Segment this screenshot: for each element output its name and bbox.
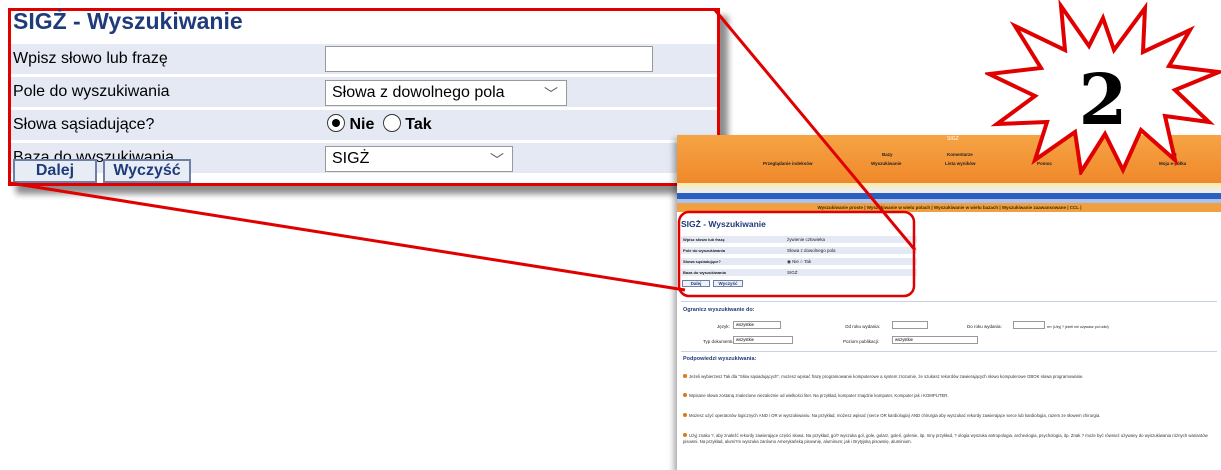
from-year-input[interactable] <box>892 321 928 329</box>
zoomed-search-form: SIGŻ - Wyszukiwanie Wpisz słowo lub fraz… <box>8 8 720 186</box>
thumb-row: Baza do wyszukiwania SIGŻ <box>681 269 917 276</box>
adjacent-row: Słowa sąsiadujące? Nie Tak <box>11 110 717 140</box>
thumb-row: Wpisz słowo lub frazę żywienie człowieka <box>681 236 917 243</box>
thumb-next-button[interactable]: Dalej <box>682 280 710 287</box>
next-button[interactable]: Dalej <box>13 159 97 183</box>
divider <box>681 301 1217 302</box>
chevron-down-icon: ﹀ <box>490 152 504 168</box>
hint-item: Możesz użyć operatorów logicznych AND i … <box>683 413 1213 419</box>
thumb-field-select[interactable]: Słowa z dowolnego pola <box>787 247 836 254</box>
thumb-row: Pole do wyszukiwania Słowa z dowolnego p… <box>681 247 917 254</box>
thumb-row: Słowa sąsiadujące? ◉ Nie ○ Tak <box>681 258 917 265</box>
hint-item: Wpisane słowa zostaną znalezione niezale… <box>683 393 1213 399</box>
to-year-input[interactable] <box>1013 321 1045 329</box>
hint-item: Jeżeli wybierzesz Tak dla "Słów sąsiaduj… <box>683 374 1213 380</box>
page-title: SIGŻ - Wyszukiwanie <box>13 8 243 34</box>
nav-item-indexes[interactable]: Przeglądanie indeksów <box>763 161 813 166</box>
lang-select[interactable]: wszystkie <box>733 321 781 329</box>
field-label: Pole do wyszukiwania <box>13 83 170 100</box>
to-year-label: Do roku wydania: <box>967 324 1002 329</box>
nav-item-comments[interactable]: Komentarze <box>947 152 973 157</box>
full-page-thumbnail: SIGŻ Przeglądanie indeksów Bazy Wyszukiw… <box>677 135 1221 470</box>
phrase-input[interactable] <box>325 46 653 72</box>
thumb-adjacent-radios[interactable]: ◉ Nie ○ Tak <box>787 258 811 265</box>
divider <box>681 351 1217 352</box>
radio-no-label: Nie <box>349 116 375 133</box>
thumb-row-label: Słowa sąsiadujące? <box>683 259 721 264</box>
radio-yes-label: Tak <box>405 116 432 133</box>
limit-title: Ogranicz wyszukiwanie do: <box>683 307 755 313</box>
nav-item-results[interactable]: Lista wyników <box>945 161 976 166</box>
from-year-label: Od roku wydania: <box>845 324 881 329</box>
radio-no[interactable] <box>327 114 345 132</box>
level-label: Poziom publikacji: <box>843 339 880 344</box>
callout-line-bottom <box>9 181 686 292</box>
doctype-label: Typ dokumentu: <box>703 339 736 344</box>
step-badge: 2 <box>985 0 1221 175</box>
hint-item: Użyj znaku ?, aby znaleźć rekordy zawier… <box>683 433 1213 445</box>
chevron-down-icon: ﹀ <box>544 86 558 102</box>
phrase-row: Wpisz słowo lub frazę <box>11 44 717 74</box>
hint-text: Użyj znaku ?, aby znaleźć rekordy zawier… <box>683 433 1208 444</box>
field-row: Pole do wyszukiwania Słowa z dowolnego p… <box>11 77 717 107</box>
db-select[interactable]: SIGŻ ﹀ <box>325 146 513 172</box>
bullet-icon <box>683 393 687 397</box>
year-hint: rrrr (Użyj ? jeżeli nie używasz pól odtd… <box>1047 325 1109 329</box>
clear-button[interactable]: Wyczyść <box>103 159 191 183</box>
search-mode-nav[interactable]: Wyszukiwanie proste | Wyszukiwanie w wie… <box>677 203 1221 212</box>
nav-item-databases[interactable]: Bazy <box>882 152 893 157</box>
nav-item-search[interactable]: Wyszukiwanie <box>871 161 901 166</box>
radio-yes[interactable] <box>382 114 401 132</box>
lang-label: Język: <box>717 324 730 329</box>
level-select[interactable]: wszystkie <box>892 336 978 344</box>
brand-label: SIGŻ <box>947 136 959 142</box>
field-select[interactable]: Słowa z dowolnego pola ﹀ <box>325 80 567 106</box>
header-gradient <box>677 183 1221 193</box>
db-select-value: SIGŻ <box>332 150 370 167</box>
bullet-icon <box>683 433 687 437</box>
phrase-label: Wpisz słowo lub frazę <box>13 50 168 67</box>
adjacent-label: Słowa sąsiadujące? <box>13 116 155 133</box>
thumb-page-title: SIGŻ - Wyszukiwanie <box>681 219 766 229</box>
field-select-value: Słowa z dowolnego pola <box>332 84 505 101</box>
hint-text: Jeżeli wybierzesz Tak dla "Słów sąsiaduj… <box>689 374 1084 379</box>
thumb-row-label: Baza do wyszukiwania <box>683 270 726 275</box>
thumb-row-label: Wpisz słowo lub frazę <box>683 237 725 242</box>
hints-title: Podpowiedzi wyszukiwania: <box>683 356 757 362</box>
thumb-clear-button[interactable]: Wyczyść <box>713 280 743 287</box>
hint-text: Wpisane słowa zostaną znalezione niezale… <box>689 393 949 398</box>
thumb-row-label: Pole do wyszukiwania <box>683 248 726 253</box>
adjacent-radio-group: Nie Tak <box>327 114 432 134</box>
step-number: 2 <box>1079 58 1128 141</box>
bullet-icon <box>683 413 687 417</box>
thumb-phrase-input[interactable]: żywienie człowieka <box>787 236 825 243</box>
bullet-icon <box>683 374 687 378</box>
thumb-db-select[interactable]: SIGŻ <box>787 269 798 276</box>
hint-text: Możesz użyć operatorów logicznych AND i … <box>689 413 1101 418</box>
doctype-select[interactable]: wszystkie <box>733 336 793 344</box>
